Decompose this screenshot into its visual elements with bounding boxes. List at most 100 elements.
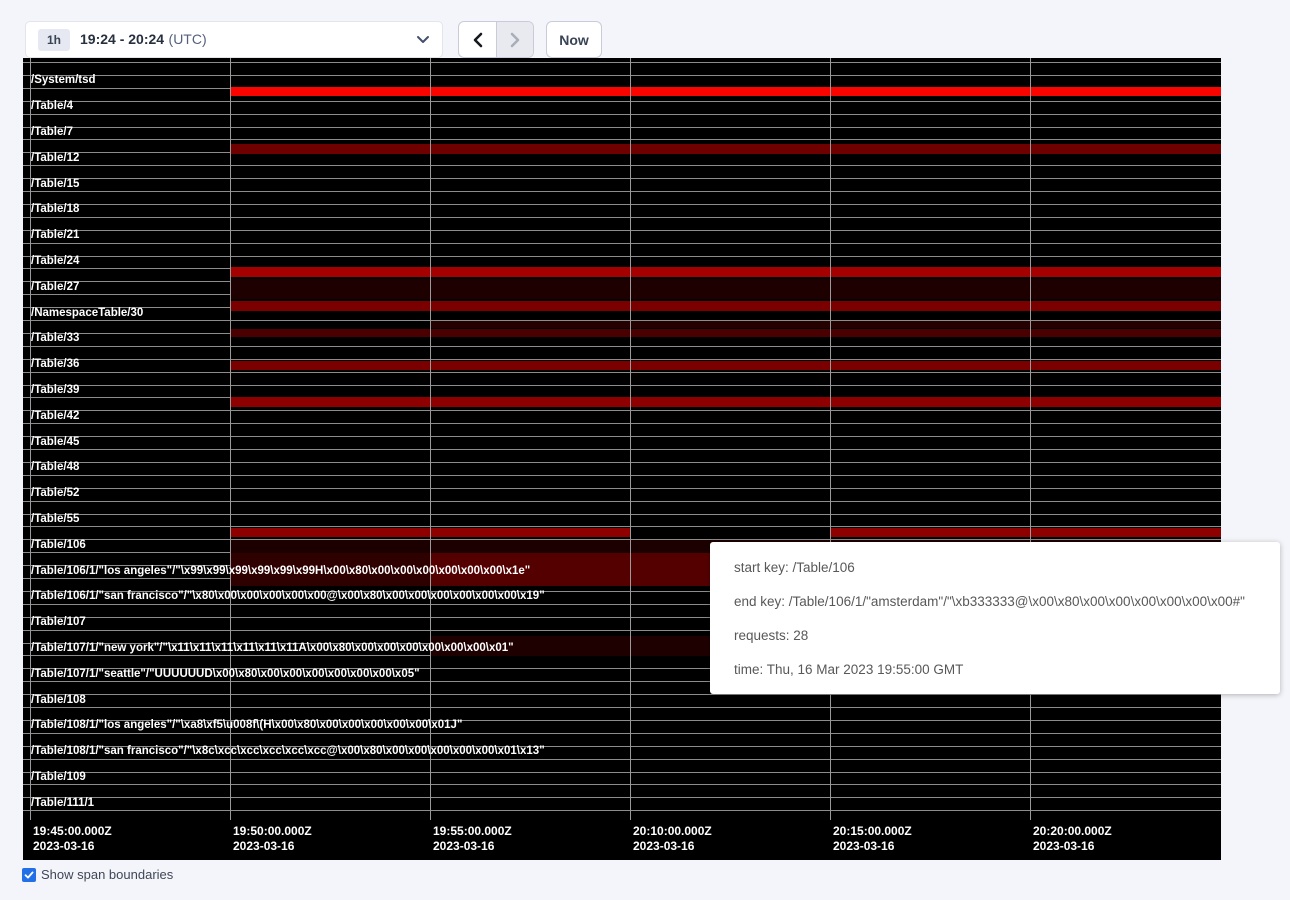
time-axis-date: 2023-03-16 — [433, 839, 512, 854]
time-range-selector[interactable]: 1h 19:24 - 20:24 (UTC) — [25, 21, 443, 58]
span-boundary-line — [23, 256, 1221, 257]
time-axis-time: 19:50:00.000Z — [233, 824, 312, 839]
heat-band — [230, 329, 1221, 337]
span-key-label: /Table/109 — [31, 771, 86, 784]
time-axis-time: 19:55:00.000Z — [433, 824, 512, 839]
cell-tooltip: start key: /Table/106 end key: /Table/106… — [710, 542, 1280, 694]
span-boundary-line — [23, 501, 1221, 502]
time-gridline — [830, 58, 831, 820]
span-key-label: /Table/108/1/"los angeles"/"\xa8\xf5\u00… — [31, 719, 462, 732]
span-boundary-line — [23, 462, 1221, 463]
time-axis-label: 19:55:00.000Z2023-03-16 — [433, 824, 512, 854]
tooltip-line: start key: /Table/106 — [734, 559, 1256, 577]
toolbar: 1h 19:24 - 20:24 (UTC) Now — [25, 21, 602, 58]
span-boundary-line — [23, 707, 1221, 708]
span-boundary-line — [23, 797, 1221, 798]
time-gridline — [430, 58, 431, 820]
time-axis-time: 19:45:00.000Z — [33, 824, 112, 839]
span-boundary-line — [23, 475, 1221, 476]
span-key-label: /Table/39 — [31, 384, 79, 397]
span-key-label: /Table/108 — [31, 694, 86, 707]
next-time-button[interactable] — [496, 22, 533, 57]
span-key-label: /Table/55 — [31, 513, 79, 526]
tooltip-line: end key: /Table/106/1/"amsterdam"/"\xb33… — [734, 593, 1256, 611]
heat-band — [230, 267, 1221, 277]
span-key-label: /Table/33 — [31, 332, 79, 345]
key-visualizer-heatmap[interactable]: /System/tsd/Table/4/Table/7/Table/12/Tab… — [23, 58, 1221, 860]
span-key-label: /Table/108/1/"san francisco"/"\x8c\xcc\x… — [31, 745, 545, 758]
span-boundary-line — [23, 230, 1221, 231]
span-boundary-line — [23, 62, 1221, 63]
span-boundary-line — [23, 514, 1221, 515]
time-axis-label: 20:20:00.000Z2023-03-16 — [1033, 824, 1112, 854]
span-boundary-line — [23, 346, 1221, 347]
span-boundary-line — [23, 243, 1221, 244]
tooltip-line: time: Thu, 16 Mar 2023 19:55:00 GMT — [734, 661, 1256, 679]
span-key-label: /Table/4 — [31, 100, 73, 113]
span-boundary-line — [23, 204, 1221, 205]
check-icon — [24, 870, 34, 880]
span-boundary-line — [23, 410, 1221, 411]
time-axis-time: 20:20:00.000Z — [1033, 824, 1112, 839]
span-key-label: /Table/15 — [31, 178, 79, 191]
span-boundary-line — [23, 772, 1221, 773]
span-key-label: /Table/21 — [31, 229, 79, 242]
span-key-label: /Table/106/1/"san francisco"/"\x80\x00\x… — [31, 590, 545, 603]
span-key-label: /Table/48 — [31, 461, 79, 474]
time-gridline — [630, 58, 631, 820]
span-key-label: /Table/107/1/"new york"/"\x11\x11\x11\x1… — [31, 642, 514, 655]
span-boundary-line — [23, 694, 1221, 695]
time-axis-label: 20:10:00.000Z2023-03-16 — [633, 824, 712, 854]
span-boundary-line — [23, 759, 1221, 760]
time-axis-label: 19:45:00.000Z2023-03-16 — [33, 824, 112, 854]
time-axis-label: 20:15:00.000Z2023-03-16 — [833, 824, 912, 854]
time-axis-date: 2023-03-16 — [1033, 839, 1112, 854]
span-key-label: /Table/107 — [31, 616, 86, 629]
span-boundary-line — [23, 733, 1221, 734]
span-boundary-line — [23, 191, 1221, 192]
time-window-badge: 1h — [38, 29, 70, 51]
span-boundary-line — [23, 114, 1221, 115]
span-boundary-line — [23, 810, 1221, 811]
span-key-label: /Table/42 — [31, 410, 79, 423]
time-range-label: 19:24 - 20:24 — [80, 31, 164, 47]
span-boundary-line — [23, 101, 1221, 102]
span-boundary-line — [23, 165, 1221, 166]
show-span-boundaries-checkbox[interactable] — [22, 868, 36, 882]
time-axis-date: 2023-03-16 — [233, 839, 312, 854]
time-axis-time: 20:10:00.000Z — [633, 824, 712, 839]
span-boundary-line — [23, 423, 1221, 424]
now-button[interactable]: Now — [546, 21, 602, 58]
heat-band — [230, 361, 1221, 370]
chevron-down-icon — [416, 35, 430, 44]
span-key-label: /Table/18 — [31, 203, 79, 216]
span-boundary-line — [23, 385, 1221, 386]
span-boundary-line — [23, 488, 1221, 489]
tooltip-line: requests: 28 — [734, 627, 1256, 645]
time-nav-group — [458, 21, 534, 58]
span-boundary-line — [23, 436, 1221, 437]
time-zone-label: (UTC) — [169, 31, 207, 47]
span-boundary-line — [23, 139, 1221, 140]
span-key-label: /Table/52 — [31, 487, 79, 500]
span-key-label: /Table/36 — [31, 358, 79, 371]
time-axis-date: 2023-03-16 — [633, 839, 712, 854]
heat-band — [230, 301, 1221, 311]
span-key-label: /Table/24 — [31, 255, 79, 268]
chevron-left-icon — [472, 31, 484, 49]
span-key-label: /Table/7 — [31, 126, 73, 139]
time-axis-date: 2023-03-16 — [33, 839, 112, 854]
time-axis-label: 19:50:00.000Z2023-03-16 — [233, 824, 312, 854]
previous-time-button[interactable] — [459, 22, 496, 57]
span-boundary-line — [23, 372, 1221, 373]
span-key-label: /Table/106/1/"los angeles"/"\x99\x99\x99… — [31, 565, 530, 578]
span-key-label: /Table/27 — [31, 281, 79, 294]
span-boundary-line — [23, 217, 1221, 218]
span-boundary-line — [23, 359, 1221, 360]
heat-band — [230, 144, 1221, 154]
span-key-label: /NamespaceTable/30 — [31, 307, 143, 320]
span-key-label: /System/tsd — [31, 74, 96, 87]
heat-band — [230, 397, 1221, 407]
span-boundary-line — [23, 784, 1221, 785]
footer: Show span boundaries — [22, 867, 173, 882]
